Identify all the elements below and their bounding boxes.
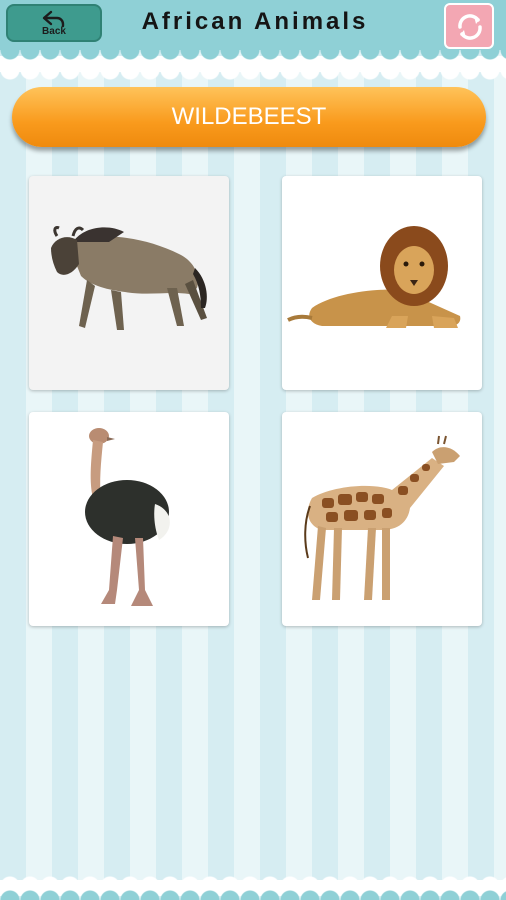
animal-card-ostrich[interactable] [29, 412, 229, 626]
answer-banner: WILDEBEEST [12, 87, 486, 147]
animal-card-giraffe[interactable] [282, 412, 482, 626]
giraffe-image [304, 435, 460, 600]
animal-card-lion[interactable] [282, 176, 482, 390]
lace-border-bottom [0, 876, 506, 900]
lace-border-top [0, 50, 506, 80]
lion-image [287, 226, 461, 328]
animal-card-wildebeest[interactable] [29, 176, 229, 390]
wildebeest-image [51, 226, 207, 330]
refresh-button[interactable] [444, 3, 494, 49]
ostrich-image [85, 428, 170, 606]
back-label: Back [42, 26, 66, 37]
refresh-icon [458, 14, 482, 40]
back-button[interactable]: Back [6, 4, 102, 42]
page-title: African Animals [141, 8, 369, 35]
